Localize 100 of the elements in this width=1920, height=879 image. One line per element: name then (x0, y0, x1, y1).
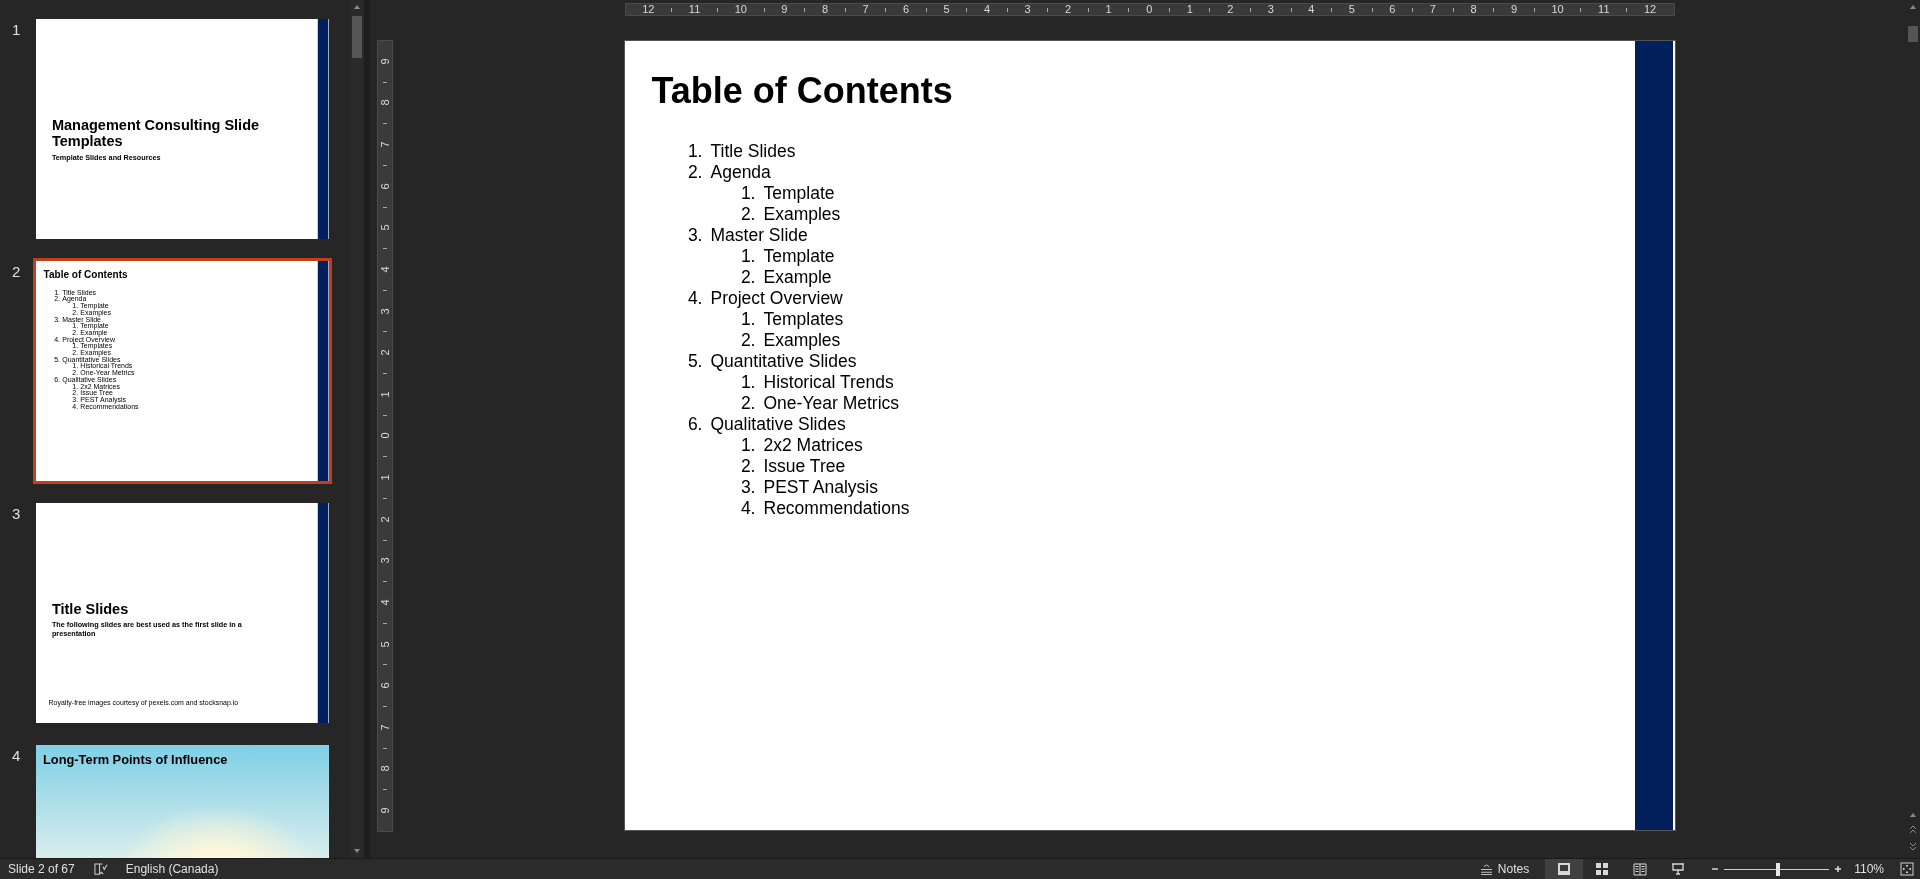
ruler-label: 4 (1308, 4, 1315, 15)
ruler-label: 7 (379, 141, 391, 148)
ruler-label: 9 (379, 58, 391, 65)
notes-button[interactable]: Notes (1471, 859, 1538, 879)
ruler-label: 5 (943, 4, 950, 15)
ruler-label: 2 (379, 516, 391, 523)
presentation-icon (1671, 862, 1686, 876)
previous-slide-icon[interactable] (1908, 824, 1918, 836)
ruler-label: 10 (1551, 4, 1564, 15)
ruler-label: 2 (379, 349, 391, 356)
accessibility-check-icon[interactable] (92, 862, 108, 876)
list-item: PEST Analysis (763, 477, 878, 498)
ruler-label: 8 (1470, 4, 1477, 15)
list-number: 2. (739, 267, 756, 288)
ruler-label: 4 (379, 599, 391, 606)
slide-number: 3 (11, 505, 22, 522)
ruler-label: 11 (688, 4, 701, 15)
ruler-label: 8 (379, 99, 391, 106)
list-item: Agenda (710, 162, 771, 183)
list-number: 2. (739, 456, 756, 477)
ruler-label: 9 (781, 4, 788, 15)
ruler-label: 7 (1429, 4, 1436, 15)
list-number: 1. (739, 183, 756, 204)
slide-title: Title Slides (51, 600, 130, 617)
list-item: Template (763, 183, 835, 204)
list-number: 5. (686, 351, 703, 372)
list-number: 1. (739, 246, 756, 267)
scroll-thumb[interactable] (352, 16, 362, 58)
list-number: 4. (739, 498, 756, 519)
zoom-in-icon[interactable] (1834, 865, 1843, 873)
ruler-label: 12 (642, 4, 655, 15)
list-item: Project Overview (710, 288, 843, 309)
list-item: Quantitative Slides (710, 351, 857, 372)
slide-title: Table of Contents (651, 69, 954, 113)
list-item: Title Slides (710, 141, 796, 162)
slide-thumbnail[interactable] (33, 258, 332, 484)
list-number: 2. (739, 330, 756, 351)
normal-view-icon (1557, 862, 1572, 876)
list-number: 1. (686, 141, 703, 162)
scroll-thumb[interactable] (1908, 26, 1918, 42)
list-item: Examples (763, 204, 841, 225)
ruler-label: 1 (1105, 4, 1112, 15)
list-number: 1. (739, 435, 756, 456)
ruler-label: 3 (1024, 4, 1031, 15)
ruler-label: 7 (862, 4, 869, 15)
ruler-label: 0 (1146, 4, 1153, 15)
ruler-label: 0 (379, 432, 391, 439)
notes-icon (1479, 863, 1493, 875)
ruler-label: 6 (902, 4, 910, 15)
list-item: Templates (763, 309, 844, 330)
ruler-label: 3 (379, 557, 391, 564)
language-indicator[interactable]: English (Canada) (125, 862, 219, 876)
list-number: 1. (739, 309, 756, 330)
slide-title: Long-Term Points of Influence (42, 751, 228, 767)
ruler-label: 9 (379, 807, 391, 814)
list-item: Historical Trends (763, 372, 894, 393)
ruler-label: 5 (379, 224, 391, 231)
slide-title: Table of Contents (43, 268, 129, 282)
ruler-label: 1 (379, 474, 391, 481)
scrollbar[interactable] (350, 0, 364, 858)
list-number: 2. (686, 162, 703, 183)
slide-thumbnail[interactable]: Long-Term Points of Influence (34, 743, 331, 858)
list-number: 3. (739, 477, 756, 498)
list-item: Master Slide (710, 225, 808, 246)
list-number: 3. (686, 225, 703, 246)
ruler-label: 8 (821, 4, 828, 15)
list-item: Qualitative Slides (710, 414, 846, 435)
next-slide-icon[interactable] (1908, 840, 1918, 852)
ruler-label: 2 (1227, 4, 1234, 15)
list-number: 1. (739, 372, 756, 393)
slide-title: Management Consulting Slide Templates (51, 116, 261, 149)
ruler-label: 6 (379, 183, 391, 190)
list-item: Template (763, 246, 835, 267)
ruler-label: 3 (1267, 4, 1274, 15)
view-button[interactable] (1545, 859, 1584, 879)
ruler-label: 1 (379, 391, 391, 398)
ruler-label: 10 (734, 4, 747, 15)
ruler-label: 12 (1643, 4, 1657, 15)
list-number: 6. (686, 414, 703, 435)
list-number: 2. (739, 204, 756, 225)
slider-thumb[interactable] (1775, 862, 1780, 876)
ruler-label: 5 (379, 641, 391, 648)
slide-number: 2 (11, 263, 22, 280)
slide-number: 1 (11, 21, 22, 38)
ruler-label: 6 (379, 682, 391, 689)
list-number: 4. (686, 288, 703, 309)
list-number: 2. (739, 393, 756, 414)
ruler-label: 1 (1186, 4, 1193, 15)
ruler-label: 4 (984, 4, 991, 15)
zoom-level[interactable]: 110% (1854, 862, 1884, 876)
ruler-label: 7 (379, 724, 391, 731)
slide-indicator: Slide 2 of 67 (8, 862, 75, 876)
fit-to-window-icon[interactable] (1900, 862, 1914, 876)
grid-view-icon (1595, 862, 1610, 876)
ruler-label: 4 (379, 266, 391, 273)
list-item: Examples (763, 330, 841, 351)
list-item: Recommendations (763, 498, 910, 519)
list-item: Example (763, 267, 832, 288)
list-item: One-Year Metrics (763, 393, 899, 414)
zoom-out-icon[interactable] (1711, 865, 1720, 873)
